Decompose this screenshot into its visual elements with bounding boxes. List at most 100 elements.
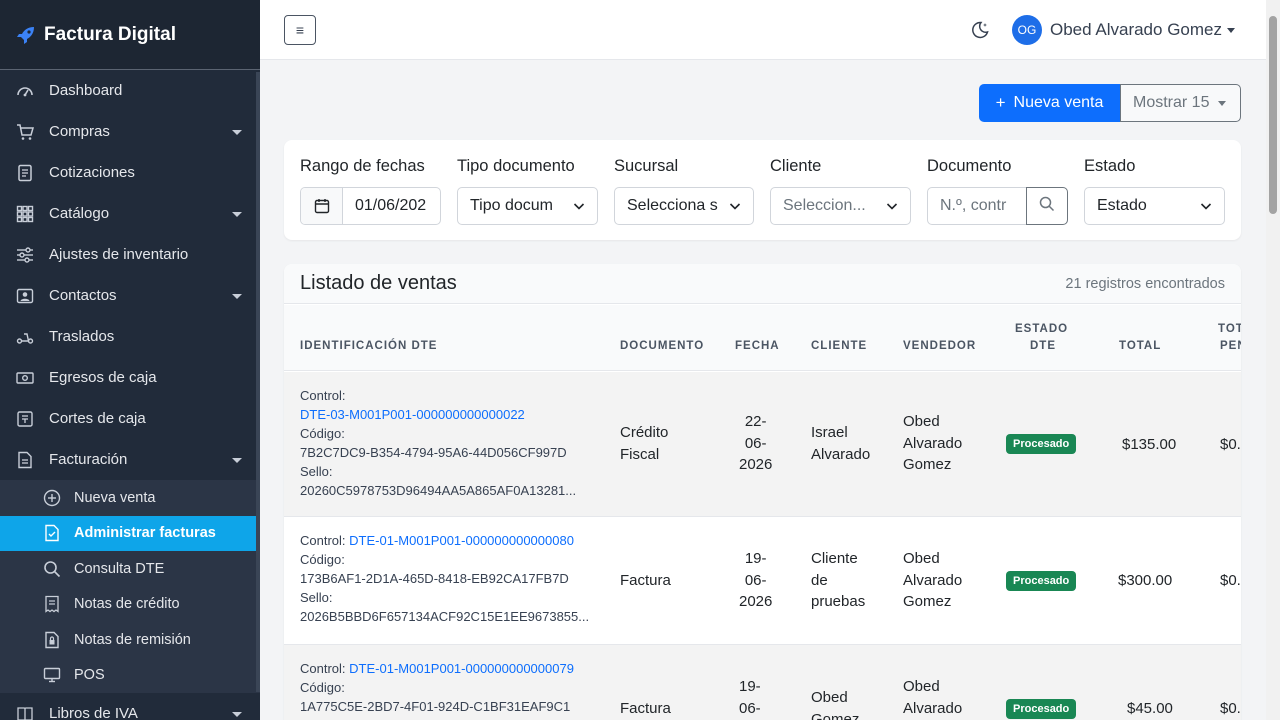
sidebar-scrollbar[interactable] [256,72,260,692]
control-link[interactable]: DTE-01-M001P001-000000000000080 [349,533,574,548]
sidebar-item-dashboard[interactable]: Dashboard [0,70,260,111]
chevron-down-icon [232,711,242,717]
sidebar-item-libros-iva[interactable]: Libros de IVA [0,693,260,720]
search-icon [43,560,61,578]
seal-value: 20260C5978753D96494AA5A865AF0A13281... [300,483,577,498]
chevron-down-icon [232,211,242,217]
column-header-document[interactable]: DOCUMENTO [620,338,704,355]
sidebar-item-compras[interactable]: Compras [0,111,260,152]
sidebar-item-pos[interactable]: POS [0,658,260,694]
sidebar-item-label: Catálogo [49,205,110,222]
sidebar-item-catalogo[interactable]: Catálogo [0,193,260,234]
seller-line: Obed [903,678,940,695]
client-line: Cliente [811,550,858,567]
control-link[interactable]: DTE-01-M001P001-000000000000079 [349,661,574,676]
sidebar-item-nueva-venta[interactable]: Nueva venta [0,480,260,516]
code-value: 173B6AF1-2D1A-465D-8418-EB92CA17FB7D [300,571,569,586]
date-range-field[interactable]: 01/06/202 [300,187,441,225]
date-range-input[interactable]: 01/06/202 [343,197,426,215]
seller-line: Alvarado [903,699,963,717]
sidebar-item-facturacion[interactable]: Facturación [0,439,260,480]
doc-type-value: Tipo docum [470,197,553,214]
avatar[interactable]: OG [1012,15,1042,45]
gauge-icon [16,82,34,100]
doc-type-label: Tipo documento [457,157,575,175]
client-label: Cliente [770,157,822,175]
sidebar: Factura Digital Dashboard Compras Cotiza… [0,0,260,720]
page-size-dropdown[interactable]: Mostrar 15 [1120,84,1241,122]
seal-value: 2026B5BBD6F657134ACF92C15E1EE9673855... [300,609,590,624]
seller-line: Alvarado [903,434,963,452]
table-row[interactable]: Control: DTE-01-M001P001-000000000000080… [284,517,1241,645]
column-header-client[interactable]: CLIENTE [811,338,867,355]
cash-icon [16,369,34,387]
document-cell: Factura [620,572,671,589]
document-filter: Documento N.º, contr [927,157,1068,225]
brand[interactable]: Factura Digital [0,0,260,70]
column-header-dte-id[interactable]: IDENTIFICACIÓN DTE [300,338,437,355]
sidebar-item-traslados[interactable]: Traslados [0,316,260,357]
status-filter: Estado Estado [1084,157,1225,225]
document-cell: Factura [620,700,671,717]
new-sale-button[interactable]: + Nueva venta [979,84,1120,122]
document-label: Documento [927,157,1012,175]
sidebar-item-label: Libros de IVA [49,705,138,720]
page-scrollbar[interactable] [1266,0,1280,720]
document-icon [16,164,34,182]
search-icon [1039,196,1055,217]
invoice-icon [16,451,34,469]
table-row[interactable]: Control: DTE-03-M001P001-000000000000022… [284,372,1241,517]
brand-title: Factura Digital [44,23,176,45]
book-icon [16,705,34,720]
client-cell: Cliente de pruebas [811,548,865,613]
status-badge: Procesado [1006,571,1077,591]
column-header-pending-2[interactable]: PEN [1220,338,1241,355]
document-input[interactable]: N.º, contr [927,187,1027,225]
seller-cell: Obed Alvarado Gomez [903,548,962,613]
sidebar-item-contactos[interactable]: Contactos [0,275,260,316]
table-column-headers: IDENTIFICACIÓN DTE DOCUMENTO FECHA CLIEN… [284,305,1241,371]
menu-toggle-button[interactable]: ≡ [284,15,316,45]
document-search-button[interactable] [1026,187,1068,225]
control-link[interactable]: DTE-03-M001P001-000000000000022 [300,405,576,424]
client-select[interactable]: Seleccion... [770,187,911,225]
document-placeholder: N.º, contr [940,197,1007,214]
column-header-status-2[interactable]: DTE [1030,338,1056,355]
column-header-total[interactable]: TOTAL [1119,338,1161,355]
date-line: 19- [739,678,761,695]
client-cell: Obed Gomez [811,687,859,720]
sidebar-item-cotizaciones[interactable]: Cotizaciones [0,152,260,193]
sidebar-item-notas-remision[interactable]: Notas de remisión [0,622,260,658]
column-header-date[interactable]: FECHA [735,338,780,355]
sidebar-item-cortes-caja[interactable]: Cortes de caja [0,398,260,439]
calendar-icon[interactable] [301,188,343,224]
sidebar-item-egresos-caja[interactable]: Egresos de caja [0,357,260,398]
scrollbar-thumb[interactable] [1269,16,1277,214]
sidebar-item-notas-credito[interactable]: Notas de crédito [0,587,260,623]
facturacion-subnav: Nueva venta Administrar facturas Consult… [0,480,260,693]
column-header-seller[interactable]: VENDEDOR [903,338,976,355]
seller-line: Gomez [903,593,952,610]
sidebar-item-ajustes-inventario[interactable]: Ajustes de inventario [0,234,260,275]
code-label: Código: [300,426,345,441]
branch-select[interactable]: Selecciona s [614,187,754,225]
status-select[interactable]: Estado [1084,187,1225,225]
client-line: pruebas [811,593,866,610]
page-size-label: Mostrar 15 [1133,94,1210,111]
dte-identification: Control: DTE-01-M001P001-000000000000080… [300,531,589,626]
branch-filter: Sucursal Selecciona s [614,157,754,225]
table-row[interactable]: Control: DTE-01-M001P001-000000000000079… [284,645,1241,720]
doc-type-select[interactable]: Tipo docum [457,187,598,225]
sidebar-item-label: Ajustes de inventario [49,246,189,263]
doc-type-filter: Tipo documento Tipo docum [457,157,598,225]
sidebar-item-consulta-dte[interactable]: Consulta DTE [0,551,260,587]
chevron-down-icon [232,457,242,463]
moon-icon[interactable] [970,20,990,40]
column-header-status-1[interactable]: ESTADO [1015,321,1068,338]
table-header-bar: Listado de ventas 21 registros encontrad… [284,264,1241,304]
sidebar-item-administrar-facturas[interactable]: Administrar facturas [0,515,256,551]
status-label: Estado [1084,157,1136,175]
user-menu[interactable]: Obed Alvarado Gomez [1050,20,1222,40]
pending-cell: $0. [1220,572,1241,589]
column-header-pending-1[interactable]: TOT [1218,321,1241,338]
